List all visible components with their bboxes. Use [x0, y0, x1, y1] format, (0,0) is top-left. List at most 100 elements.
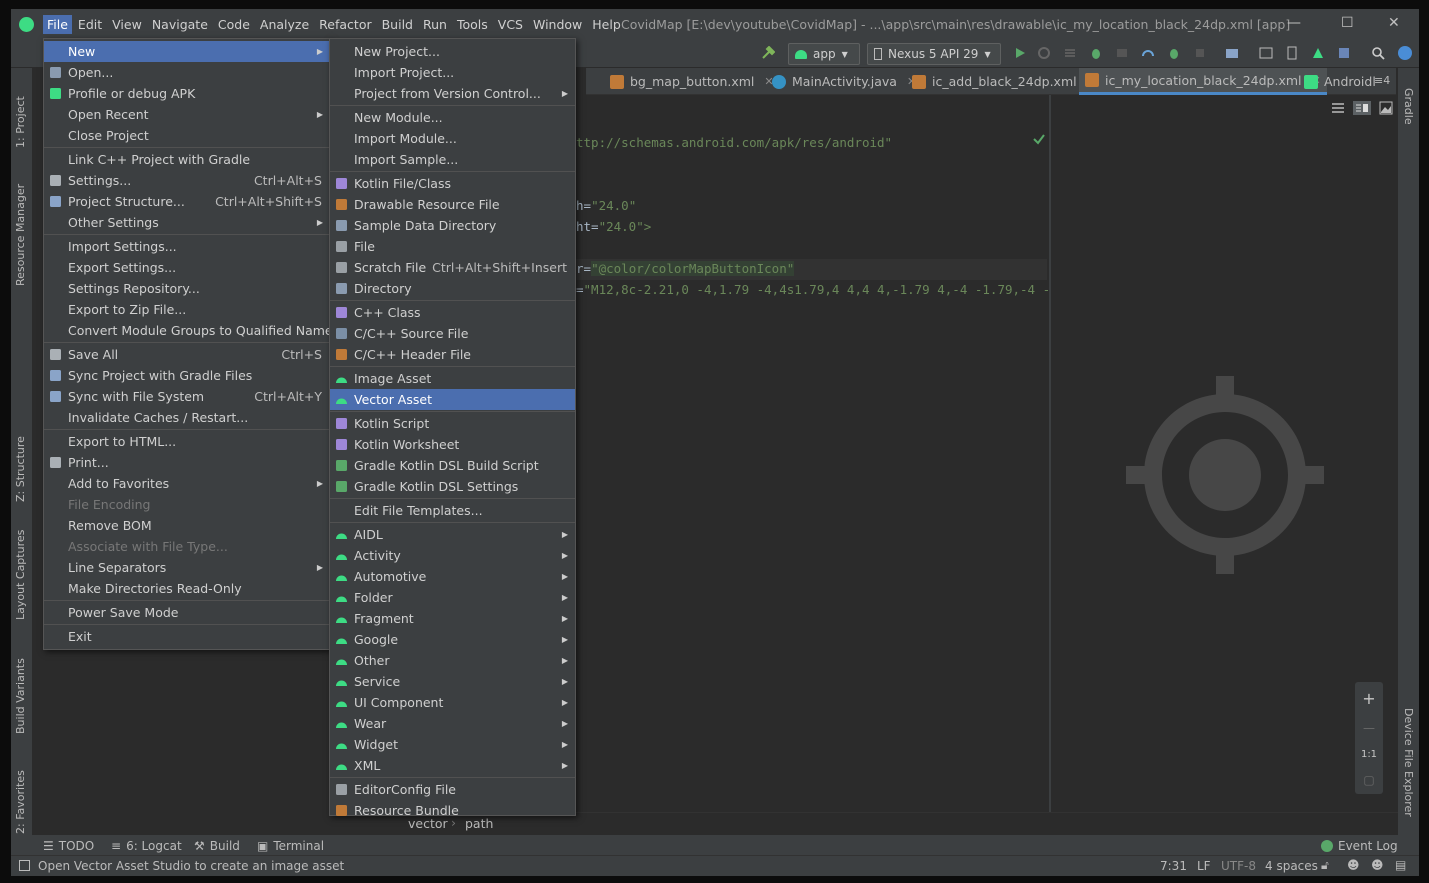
tool-window-toggle-icon[interactable] [19, 860, 30, 871]
favorites-tool-tab[interactable]: 2: Favorites [14, 754, 27, 834]
logcat-tool-tab[interactable]: ≡ 6: Logcat [111, 839, 182, 853]
menu-item-fragment[interactable]: Fragment ▶ [330, 608, 575, 629]
menu-item-new-project[interactable]: New Project... [330, 41, 575, 62]
menu-item-export-settings[interactable]: Export Settings... [44, 257, 330, 278]
menu-item-import-module[interactable]: Import Module... [330, 128, 575, 149]
design-view-icon[interactable] [1379, 101, 1393, 115]
menu-edit[interactable]: Edit [74, 15, 106, 34]
indent-setting[interactable]: 4 spaces [1265, 859, 1318, 873]
menu-item-editorconfig-file[interactable]: EditorConfig File [330, 779, 575, 800]
avd-manager-icon[interactable] [1285, 46, 1299, 60]
sdk-manager-icon[interactable] [1311, 46, 1325, 60]
apply-changes-icon[interactable] [1037, 46, 1051, 60]
menu-item-c-c-header-file[interactable]: C/C++ Header File [330, 344, 575, 365]
menu-analyze[interactable]: Analyze [256, 15, 313, 34]
menu-item-folder[interactable]: Folder ▶ [330, 587, 575, 608]
menu-item-image-asset[interactable]: Image Asset [330, 368, 575, 389]
menu-item-invalidate-caches-restart[interactable]: Invalidate Caches / Restart... [44, 407, 330, 428]
menu-item-resource-bundle[interactable]: Resource Bundle [330, 800, 575, 821]
build-variants-tool-tab[interactable]: Build Variants [14, 644, 27, 734]
account-avatar-icon[interactable] [1397, 45, 1413, 61]
menu-item-power-save-mode[interactable]: Power Save Mode [44, 602, 330, 623]
menu-item-profile-or-debug-apk[interactable]: Profile or debug APK [44, 83, 330, 104]
menu-run[interactable]: Run [419, 15, 451, 34]
menu-item-settings[interactable]: Settings... Ctrl+Alt+S [44, 170, 330, 191]
menu-item-directory[interactable]: Directory [330, 278, 575, 299]
menu-item-kotlin-worksheet[interactable]: Kotlin Worksheet [330, 434, 575, 455]
menu-item-c-c-source-file[interactable]: C/C++ Source File [330, 323, 575, 344]
menu-item-widget[interactable]: Widget ▶ [330, 734, 575, 755]
memory-indicator-icon[interactable]: ▤ [1395, 858, 1406, 872]
split-view-icon[interactable] [1353, 101, 1371, 115]
git-hector-icon[interactable]: ☻ [1347, 858, 1360, 872]
menu-item-ui-component[interactable]: UI Component ▶ [330, 692, 575, 713]
menu-item-sample-data-directory[interactable]: Sample Data Directory [330, 215, 575, 236]
menu-item-open[interactable]: Open... [44, 62, 330, 83]
tab-overflow-button[interactable]: ≡4 [1374, 74, 1390, 87]
menu-item-remove-bom[interactable]: Remove BOM [44, 515, 330, 536]
menu-item-print[interactable]: Print... [44, 452, 330, 473]
search-icon[interactable] [1371, 46, 1385, 60]
menu-view[interactable]: View [108, 15, 146, 34]
menu-item-activity[interactable]: Activity ▶ [330, 545, 575, 566]
inspection-profile-icon[interactable]: ☻ [1371, 858, 1384, 872]
layout-inspector-icon[interactable] [1337, 46, 1351, 60]
device-file-explorer-tool-tab[interactable]: Device File Explorer [1402, 708, 1415, 817]
menu-item-xml[interactable]: XML ▶ [330, 755, 575, 776]
menu-item-open-recent[interactable]: Open Recent ▶ [44, 104, 330, 125]
menu-help[interactable]: Help [588, 15, 625, 34]
menu-item-import-project[interactable]: Import Project... [330, 62, 575, 83]
menu-item-c-class[interactable]: C++ Class [330, 302, 575, 323]
menu-item-convert-module-groups-to-qualified-names[interactable]: Convert Module Groups to Qualified Names… [44, 320, 351, 341]
stop-icon[interactable] [1193, 46, 1207, 60]
menu-item-line-separators[interactable]: Line Separators ▶ [44, 557, 330, 578]
menu-item-service[interactable]: Service ▶ [330, 671, 575, 692]
menu-navigate[interactable]: Navigate [148, 15, 212, 34]
build-tool-tab[interactable]: ⚒ Build [194, 839, 240, 853]
run-config-select[interactable]: app ▼ [788, 43, 860, 65]
menu-item-export-to-zip-file[interactable]: Export to Zip File... [44, 299, 330, 320]
resource-manager-tool-tab[interactable]: Resource Manager [14, 176, 27, 286]
menu-item-sync-with-file-system[interactable]: Sync with File System Ctrl+Alt+Y [44, 386, 330, 407]
code-view-icon[interactable] [1331, 101, 1345, 115]
menu-code[interactable]: Code [214, 15, 254, 34]
menu-item-kotlin-file-class[interactable]: Kotlin File/Class [330, 173, 575, 194]
menu-vcs[interactable]: VCS [494, 15, 527, 34]
menu-build[interactable]: Build [378, 15, 417, 34]
menu-item-make-directories-read-only[interactable]: Make Directories Read-Only [44, 578, 330, 599]
file-encoding[interactable]: UTF-8 [1221, 859, 1256, 873]
menu-window[interactable]: Window [529, 15, 586, 34]
menu-refactor[interactable]: Refactor [315, 15, 375, 34]
run-icon[interactable] [1013, 46, 1027, 60]
tab-main-activity[interactable]: MainActivity.java ✕ [766, 68, 922, 95]
attach-debugger-icon[interactable] [1115, 46, 1129, 60]
maximize-button[interactable]: ☐ [1341, 15, 1354, 31]
menu-item-wear[interactable]: Wear ▶ [330, 713, 575, 734]
debug-attach-icon[interactable] [1167, 46, 1181, 60]
menu-item-drawable-resource-file[interactable]: Drawable Resource File [330, 194, 575, 215]
sync-gradle-icon[interactable] [1259, 46, 1273, 60]
profile-icon[interactable] [1141, 46, 1155, 60]
menu-item-vector-asset[interactable]: Vector Asset [330, 389, 575, 410]
menu-item-save-all[interactable]: Save All Ctrl+S [44, 344, 330, 365]
menu-item-project-structure[interactable]: Project Structure... Ctrl+Alt+Shift+S [44, 191, 330, 212]
menu-item-export-to-html[interactable]: Export to HTML... [44, 431, 330, 452]
menu-item-file[interactable]: File [330, 236, 575, 257]
lock-icon[interactable]: 🔓︎ [1321, 858, 1329, 873]
menu-item-gradle-kotlin-dsl-settings[interactable]: Gradle Kotlin DSL Settings [330, 476, 575, 497]
caret-position[interactable]: 7:31 [1160, 859, 1187, 873]
zoom-out-button[interactable]: — [1363, 721, 1375, 735]
menu-item-exit[interactable]: Exit [44, 626, 330, 647]
menu-item-new-module[interactable]: New Module... [330, 107, 575, 128]
minimize-button[interactable]: — [1287, 15, 1301, 31]
tab-ic-my-location-black[interactable]: ic_my_location_black_24dp.xml ✕ [1079, 68, 1327, 95]
menu-item-import-sample[interactable]: Import Sample... [330, 149, 575, 170]
apply-code-changes-icon[interactable] [1063, 46, 1077, 60]
menu-tools[interactable]: Tools [453, 15, 492, 34]
debug-icon[interactable] [1089, 46, 1103, 60]
terminal-tool-tab[interactable]: ▣ Terminal [257, 839, 324, 853]
menu-item-gradle-kotlin-dsl-build-script[interactable]: Gradle Kotlin DSL Build Script [330, 455, 575, 476]
zoom-fit-button[interactable]: ▢ [1363, 773, 1374, 787]
device-select[interactable]: Nexus 5 API 29 ▼ [867, 43, 1001, 65]
hammer-build-icon[interactable] [761, 46, 775, 60]
